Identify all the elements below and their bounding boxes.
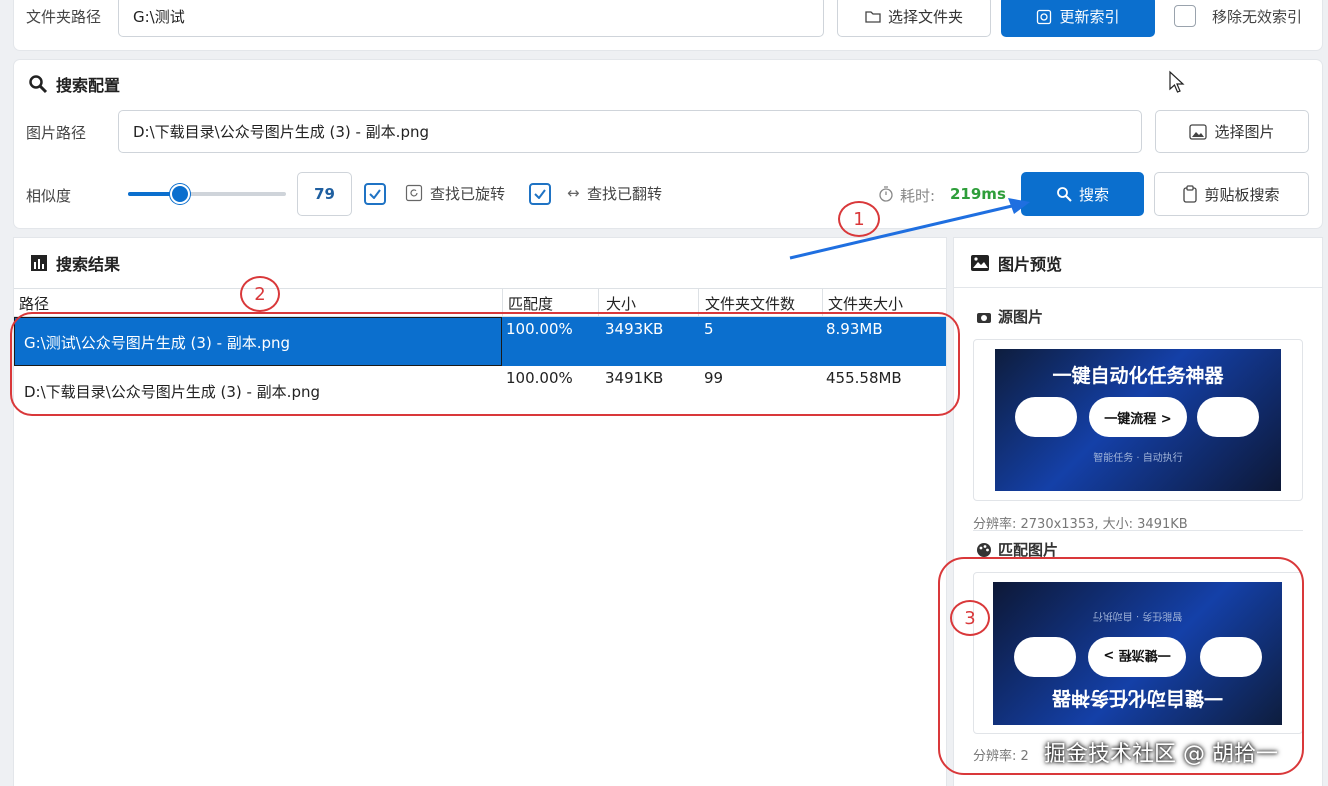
folder-icon	[865, 10, 881, 24]
search-config-title: 搜索配置	[28, 72, 120, 96]
image-path-label: 图片路径	[26, 124, 87, 142]
col-header-path[interactable]: 路径	[19, 293, 49, 314]
similarity-value-input[interactable]: 79	[297, 172, 352, 216]
remove-invalid-checkbox[interactable]	[1174, 5, 1196, 27]
rotate-icon	[405, 184, 423, 202]
find-flipped-checkbox[interactable]	[529, 183, 551, 205]
choose-folder-label: 选择文件夹	[887, 8, 963, 26]
thumb-title: 一键自动化任务神器	[1052, 365, 1224, 387]
results-title: 搜索结果	[30, 251, 120, 275]
clipboard-icon	[1183, 185, 1198, 203]
preview-divider	[954, 287, 1322, 288]
folder-path-label: 文件夹路径	[26, 8, 102, 26]
refresh-icon	[1036, 9, 1052, 25]
choose-image-button[interactable]: 选择图片	[1155, 110, 1309, 153]
preview-title: 图片预览	[970, 251, 1062, 275]
elapsed-value: 219ms	[950, 185, 1006, 203]
col-header-match[interactable]: 匹配度	[508, 293, 553, 314]
find-flipped-label: 查找已翻转	[587, 185, 663, 203]
remove-invalid-label: 移除无效索引	[1212, 8, 1303, 26]
similarity-slider[interactable]	[128, 184, 286, 204]
choose-image-label: 选择图片	[1214, 123, 1275, 141]
search-icon	[28, 74, 48, 94]
annotation-circle-1: 1	[838, 201, 880, 237]
stopwatch-icon	[878, 185, 894, 203]
clipboard-search-button[interactable]: 剪贴板搜索	[1154, 172, 1309, 216]
thumb-button: 一键流程 >	[1089, 397, 1187, 437]
col-header-size[interactable]: 大小	[606, 293, 636, 314]
thumb-sub: 智能任务 · 自动执行	[1093, 453, 1183, 464]
find-rotated-checkbox[interactable]	[364, 183, 386, 205]
mouse-cursor-icon	[1168, 70, 1186, 94]
camera-icon	[976, 310, 992, 324]
clipboard-search-label: 剪贴板搜索	[1204, 185, 1280, 204]
choose-folder-button[interactable]: 选择文件夹	[837, 0, 991, 37]
search-button-label: 搜索	[1078, 185, 1109, 204]
find-rotated-label: 查找已旋转	[430, 185, 506, 203]
col-header-folder-size[interactable]: 文件夹大小	[828, 293, 903, 314]
col-header-folder-files[interactable]: 文件夹文件数	[705, 293, 795, 314]
image-icon	[970, 254, 990, 272]
image-path-input[interactable]: D:\下载目录\公众号图片生成 (3) - 副本.png	[118, 110, 1142, 153]
slider-thumb[interactable]	[170, 184, 190, 204]
preview-section-divider	[973, 530, 1303, 531]
source-image-label-text: 源图片	[998, 308, 1044, 326]
source-image-label: 源图片	[976, 306, 1043, 327]
elapsed-label: 耗时:	[900, 187, 936, 205]
search-button[interactable]: 搜索	[1021, 172, 1144, 216]
thumb-pill	[1015, 397, 1077, 437]
bar-chart-icon	[30, 254, 48, 272]
annotation-circle-2: 2	[240, 276, 280, 312]
update-index-label: 更新索引	[1059, 8, 1120, 26]
image-icon	[1189, 123, 1208, 140]
palette-icon	[976, 542, 992, 558]
preview-title-text: 图片预览	[998, 255, 1063, 274]
watermark: 掘金技术社区 @ 胡拾一	[1044, 742, 1278, 767]
thumb-pill	[1197, 397, 1259, 437]
similarity-label: 相似度	[26, 187, 72, 205]
folder-path-input[interactable]: G:\测试	[118, 0, 824, 37]
update-index-button[interactable]: 更新索引	[1001, 0, 1155, 37]
source-image[interactable]: 一键自动化任务神器 一键流程 > 智能任务 · 自动执行	[995, 349, 1281, 491]
flip-icon: ↔	[567, 184, 580, 202]
search-config-title-text: 搜索配置	[56, 76, 121, 95]
results-title-text: 搜索结果	[56, 255, 121, 274]
annotation-results-highlight	[10, 312, 960, 416]
search-icon	[1056, 186, 1072, 202]
